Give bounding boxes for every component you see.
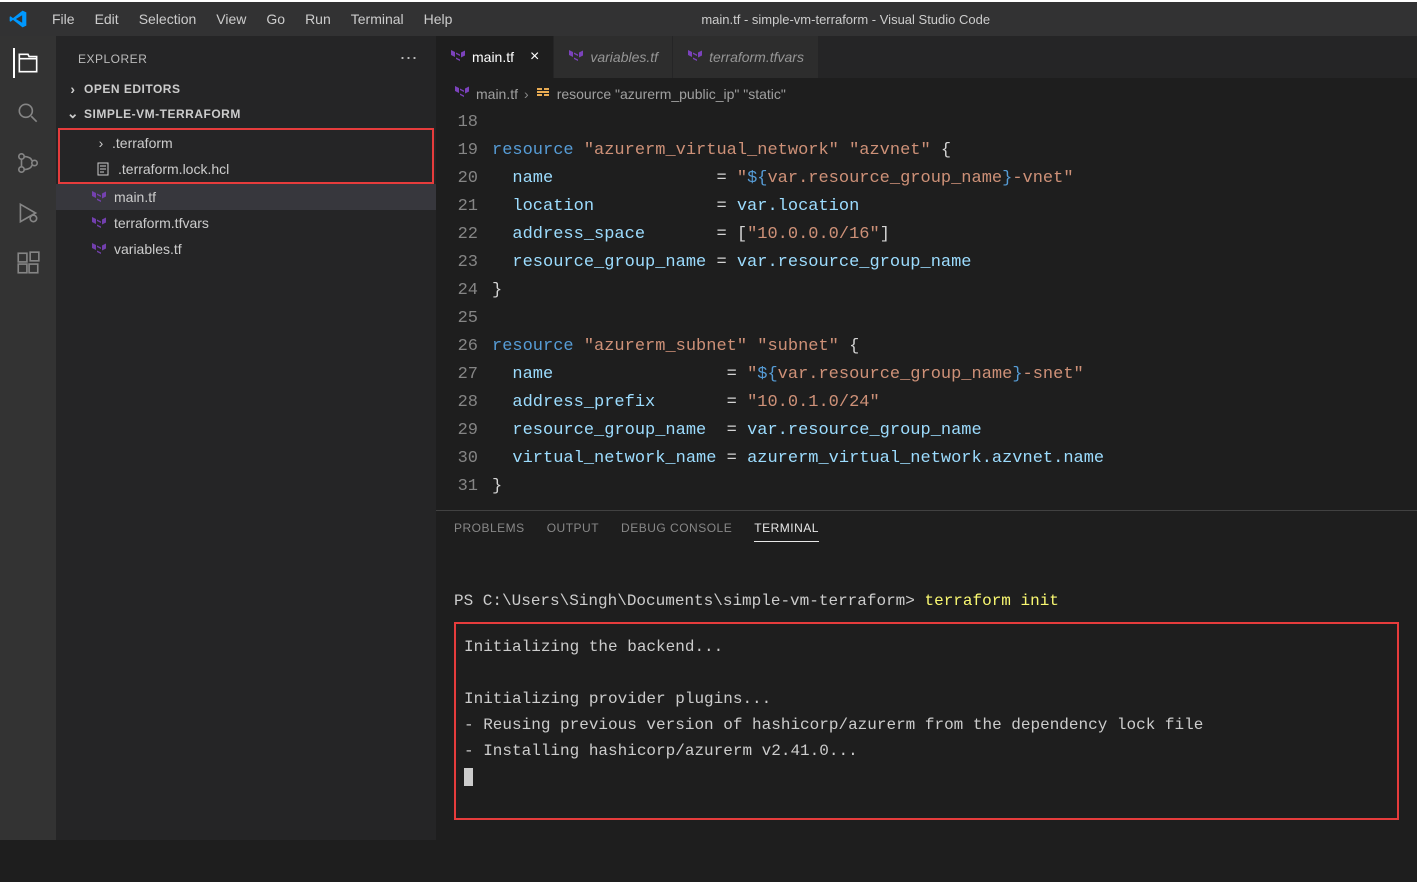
tab-tfvars[interactable]: terraform.tfvars bbox=[673, 36, 819, 78]
terminal-content[interactable]: PS C:\Users\Singh\Documents\simple-vm-te… bbox=[436, 542, 1417, 882]
line-gutter: 1819202122232425262728293031 bbox=[436, 109, 492, 510]
terminal-prompt: PS C:\Users\Singh\Documents\simple-vm-te… bbox=[454, 592, 1059, 610]
folder-label: .terraform bbox=[112, 135, 173, 151]
breadcrumb-file: main.tf bbox=[476, 86, 518, 102]
chevron-down-icon: ⌄ bbox=[66, 105, 80, 122]
file-label: variables.tf bbox=[114, 241, 182, 257]
highlight-box-files: › .terraform .terraform.lock.hcl bbox=[58, 128, 434, 184]
menu-file[interactable]: File bbox=[42, 5, 85, 33]
file-label: terraform.tfvars bbox=[114, 215, 209, 231]
terraform-icon bbox=[90, 188, 108, 206]
extensions-icon[interactable] bbox=[13, 248, 43, 278]
tab-label: variables.tf bbox=[590, 49, 658, 65]
panel-tab-debug[interactable]: DEBUG CONSOLE bbox=[621, 521, 732, 542]
menu-go[interactable]: Go bbox=[256, 5, 295, 33]
chevron-right-icon: › bbox=[524, 86, 529, 102]
tree-file-variables[interactable]: variables.tf bbox=[56, 236, 436, 262]
code-editor[interactable]: 1819202122232425262728293031 resource "a… bbox=[436, 109, 1417, 510]
open-editors-label: OPEN EDITORS bbox=[84, 82, 180, 96]
tab-variables[interactable]: variables.tf bbox=[554, 36, 673, 78]
menu-run[interactable]: Run bbox=[295, 5, 341, 33]
tree-file-lock[interactable]: .terraform.lock.hcl bbox=[60, 156, 432, 182]
tree-file-main[interactable]: main.tf bbox=[56, 184, 436, 210]
terraform-icon bbox=[687, 48, 703, 67]
cursor-icon bbox=[464, 768, 473, 786]
menu-help[interactable]: Help bbox=[414, 5, 463, 33]
explorer-icon[interactable] bbox=[13, 48, 43, 78]
highlight-box-terminal: Initializing the backend... Initializing… bbox=[454, 622, 1399, 820]
tab-label: terraform.tfvars bbox=[709, 49, 804, 65]
terraform-icon bbox=[454, 84, 470, 103]
terraform-icon bbox=[568, 48, 584, 67]
tab-main[interactable]: main.tf × bbox=[436, 36, 554, 78]
menu-edit[interactable]: Edit bbox=[85, 5, 129, 33]
menu-view[interactable]: View bbox=[206, 5, 256, 33]
terraform-icon bbox=[450, 48, 466, 67]
source-control-icon[interactable] bbox=[13, 148, 43, 178]
editor-tabs: main.tf × variables.tf terraform.tfvars bbox=[436, 36, 1417, 78]
explorer-title: EXPLORER bbox=[78, 52, 147, 66]
open-editors-section[interactable]: › OPEN EDITORS bbox=[56, 77, 436, 101]
panel: PROBLEMS OUTPUT DEBUG CONSOLE TERMINAL P… bbox=[436, 510, 1417, 840]
terminal-output: Initializing the backend... Initializing… bbox=[464, 638, 1203, 760]
file-label: main.tf bbox=[114, 189, 156, 205]
project-label: SIMPLE-VM-TERRAFORM bbox=[84, 107, 241, 121]
chevron-right-icon: › bbox=[94, 135, 108, 151]
run-debug-icon[interactable] bbox=[13, 198, 43, 228]
window-title: main.tf - simple-vm-terraform - Visual S… bbox=[462, 12, 1229, 27]
panel-tab-problems[interactable]: PROBLEMS bbox=[454, 521, 525, 542]
panel-tabs: PROBLEMS OUTPUT DEBUG CONSOLE TERMINAL bbox=[436, 511, 1417, 542]
file-label: .terraform.lock.hcl bbox=[118, 161, 229, 177]
tab-label: main.tf bbox=[472, 49, 514, 65]
sidebar-header: EXPLORER ⋯ bbox=[56, 36, 436, 77]
chevron-right-icon: › bbox=[66, 81, 80, 97]
vscode-logo-icon bbox=[8, 9, 28, 29]
menu-selection[interactable]: Selection bbox=[129, 5, 207, 33]
editor-area: main.tf × variables.tf terraform.tfvars … bbox=[436, 36, 1417, 840]
explorer-more-icon[interactable]: ⋯ bbox=[400, 48, 419, 69]
activity-bar bbox=[0, 36, 56, 840]
search-icon[interactable] bbox=[13, 98, 43, 128]
titlebar: File Edit Selection View Go Run Terminal… bbox=[0, 0, 1417, 36]
tree-folder-terraform[interactable]: › .terraform bbox=[60, 130, 432, 156]
sidebar: EXPLORER ⋯ › OPEN EDITORS ⌄ SIMPLE-VM-TE… bbox=[56, 36, 436, 840]
menu-bar: File Edit Selection View Go Run Terminal… bbox=[42, 5, 462, 33]
code-content[interactable]: resource "azurerm_virtual_network" "azvn… bbox=[492, 109, 1417, 510]
terraform-icon bbox=[90, 214, 108, 232]
file-tree: › .terraform .terraform.lock.hcl main.tf bbox=[56, 126, 436, 264]
panel-tab-output[interactable]: OUTPUT bbox=[547, 521, 599, 542]
breadcrumb-symbol: resource "azurerm_public_ip" "static" bbox=[557, 86, 786, 102]
breadcrumb[interactable]: main.tf › resource "azurerm_public_ip" "… bbox=[436, 78, 1417, 109]
tree-file-tfvars[interactable]: terraform.tfvars bbox=[56, 210, 436, 236]
file-icon bbox=[94, 160, 112, 178]
project-section[interactable]: ⌄ SIMPLE-VM-TERRAFORM bbox=[56, 101, 436, 126]
menu-terminal[interactable]: Terminal bbox=[341, 5, 414, 33]
panel-tab-terminal[interactable]: TERMINAL bbox=[754, 521, 819, 542]
close-icon[interactable]: × bbox=[530, 48, 539, 66]
terraform-icon bbox=[90, 240, 108, 258]
symbol-icon bbox=[535, 84, 551, 103]
